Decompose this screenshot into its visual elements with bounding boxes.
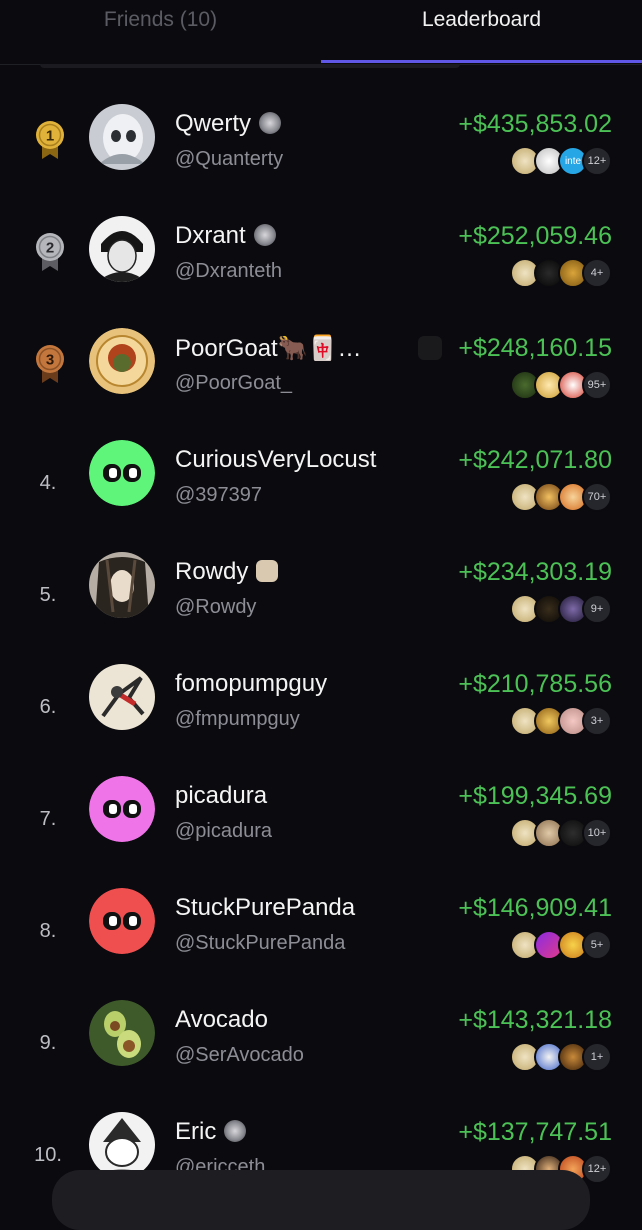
- user-handle: @Rowdy: [175, 596, 257, 618]
- rank-number: 6.: [39, 696, 57, 718]
- avatar[interactable]: [89, 1112, 155, 1178]
- profit-value: +$210,785.56: [458, 670, 612, 698]
- medal-rank: 1: [46, 128, 54, 145]
- verified-badge-icon: [253, 224, 276, 246]
- profit-value: +$137,747.51: [458, 1118, 612, 1146]
- token-stack[interactable]: 1+: [510, 1042, 612, 1072]
- user-handle: @PoorGoat_: [175, 372, 293, 394]
- silver-medal-icon: 2: [36, 233, 64, 271]
- profit-value: +$248,160.15: [458, 334, 612, 362]
- bronze-medal-icon: 3: [36, 345, 64, 383]
- token-stack[interactable]: 4+: [510, 258, 612, 288]
- leaderboard-row[interactable]: 4. CuriousVeryLocust @397397 +$242,071.8…: [0, 426, 642, 538]
- token-count-badge: 12+: [582, 1154, 612, 1184]
- rank-number: 8.: [39, 920, 57, 942]
- profit-value: +$435,853.02: [458, 110, 612, 138]
- profit-value: +$234,303.19: [458, 558, 612, 586]
- rank-number: 10.: [34, 1144, 62, 1166]
- verified-badge-icon: [259, 112, 282, 134]
- token-count-badge: 3+: [582, 706, 612, 736]
- eye-icon: [418, 336, 442, 360]
- user-name: Dxrant: [175, 222, 246, 249]
- user-name: picadura: [175, 782, 268, 809]
- tab-bar: Friends (10) Leaderboard: [0, 0, 642, 65]
- user-name: StuckPurePanda: [175, 894, 356, 921]
- leaderboard-row[interactable]: 6. fomopumpguy @fmpumpguy +$210,785.56 3…: [0, 650, 642, 762]
- tab-friends[interactable]: Friends (10): [0, 8, 321, 40]
- profit-value: +$146,909.41: [458, 894, 612, 922]
- user-name: Rowdy: [175, 558, 249, 585]
- medal-rank: 2: [46, 240, 54, 257]
- user-handle: @SerAvocado: [175, 1044, 304, 1066]
- avatar[interactable]: [89, 888, 155, 954]
- token-count-badge: 10+: [582, 818, 612, 848]
- token-stack[interactable]: inte 12+: [510, 146, 612, 176]
- leaderboard-row[interactable]: 9. Avocado @SerAvocado +$143,321.18 1+: [0, 986, 642, 1098]
- token-stack[interactable]: 10+: [510, 818, 612, 848]
- rank-number: 9.: [39, 1032, 57, 1054]
- avatar[interactable]: [89, 440, 155, 506]
- leaderboard-row[interactable]: 5. Rowdy @Rowdy +$234,303.19 9+: [0, 538, 642, 650]
- user-name: Qwerty: [175, 110, 252, 137]
- user-name: PoorGoat🐂🀄…: [175, 335, 362, 362]
- token-stack[interactable]: 3+: [510, 706, 612, 736]
- token-count-badge: 12+: [582, 146, 612, 176]
- tab-leaderboard[interactable]: Leaderboard: [321, 8, 642, 40]
- profit-value: +$242,071.80: [458, 446, 612, 474]
- user-handle: @picadura: [175, 820, 273, 842]
- user-name: Avocado: [175, 1006, 268, 1033]
- bottom-nav-bar[interactable]: [52, 1170, 590, 1230]
- token-count-badge: 9+: [582, 594, 612, 624]
- user-handle: @StuckPurePanda: [175, 932, 346, 954]
- avatar[interactable]: [89, 328, 155, 394]
- avatar[interactable]: [89, 216, 155, 282]
- token-stack[interactable]: 95+: [510, 370, 612, 400]
- leaderboard-row[interactable]: 8. StuckPurePanda @StuckPurePanda +$146,…: [0, 874, 642, 986]
- token-stack[interactable]: 5+: [510, 930, 612, 960]
- user-handle: @fmpumpguy: [175, 708, 300, 730]
- profit-value: +$143,321.18: [458, 1006, 612, 1034]
- user-handle: @Dxranteth: [175, 260, 283, 282]
- token-stack[interactable]: 9+: [510, 594, 612, 624]
- rank-number: 7.: [39, 808, 57, 830]
- gold-medal-icon: 1: [36, 121, 64, 159]
- token-count-badge: 5+: [582, 930, 612, 960]
- emoji-badge-icon: [256, 560, 279, 582]
- user-handle: @Quanterty: [175, 148, 284, 170]
- rank-number: 4.: [39, 472, 57, 494]
- leaderboard-row[interactable]: 3 PoorGoat🐂🀄… @PoorGoat_ +$248,160.15 95…: [0, 314, 642, 426]
- user-name: CuriousVeryLocust: [175, 446, 377, 473]
- token-count-badge: 4+: [582, 258, 612, 288]
- user-handle: @397397: [175, 484, 263, 506]
- profit-value: +$252,059.46: [458, 222, 612, 250]
- avatar[interactable]: [89, 552, 155, 618]
- active-tab-indicator: [321, 60, 642, 63]
- leaderboard-row[interactable]: 7. picadura @picadura +$199,345.69 10+: [0, 762, 642, 874]
- profit-value: +$199,345.69: [458, 782, 612, 810]
- verified-badge-icon: [224, 1120, 247, 1142]
- avatar[interactable]: [89, 104, 155, 170]
- avatar[interactable]: [89, 776, 155, 842]
- rank-number: 5.: [39, 584, 57, 606]
- token-count-badge: 1+: [582, 1042, 612, 1072]
- user-name: Eric: [175, 1118, 217, 1145]
- token-count-badge: 70+: [582, 482, 612, 512]
- token-stack[interactable]: 70+: [510, 482, 612, 512]
- avatar[interactable]: [89, 664, 155, 730]
- medal-rank: 3: [46, 352, 54, 369]
- user-name: fomopumpguy: [175, 670, 328, 697]
- token-label: inte: [564, 155, 582, 167]
- token-count-badge: 95+: [582, 370, 612, 400]
- leaderboard-row[interactable]: 1 Qwerty @Quanterty +$435,853.02 inte 12…: [0, 90, 642, 202]
- leaderboard-row[interactable]: 2 Dxrant @Dxranteth +$252,059.46 4+: [0, 202, 642, 314]
- header-shadow: [40, 64, 460, 68]
- avatar[interactable]: [89, 1000, 155, 1066]
